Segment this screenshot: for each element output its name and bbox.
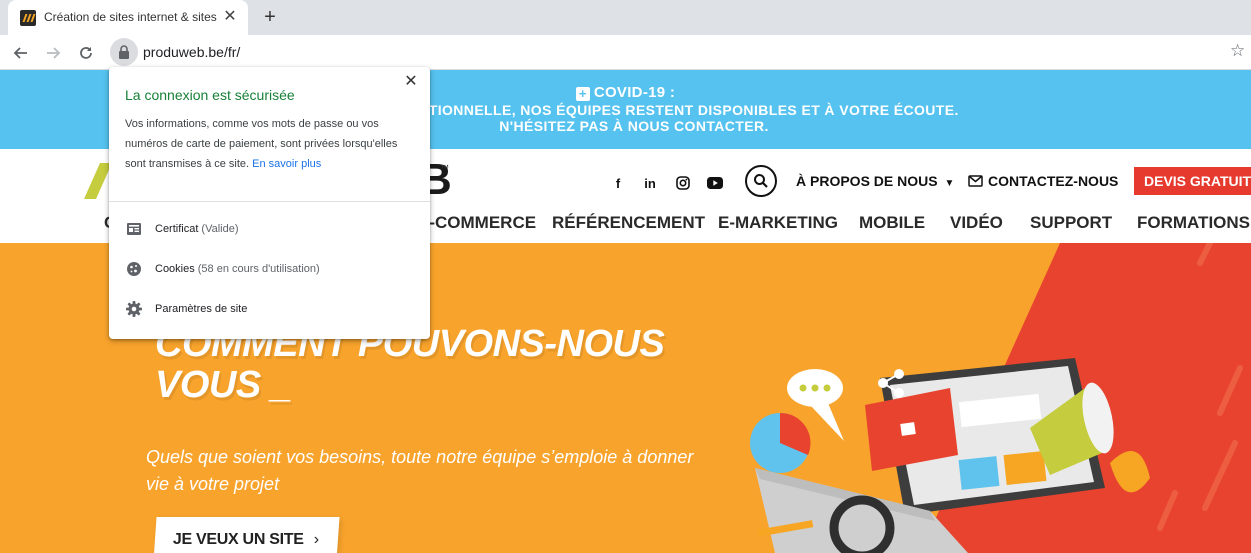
cta-button[interactable]: JE VEUX UN SITE ›: [153, 517, 340, 553]
address-bar[interactable]: produweb.be/fr/ ☆: [110, 38, 1251, 66]
site-favicon-icon: [20, 10, 36, 26]
nav-item-ecommerce[interactable]: E-COMMERCE: [418, 213, 536, 233]
forward-arrow-icon[interactable]: [39, 39, 67, 67]
chevron-right-icon: ›: [313, 531, 319, 548]
site-info-popup: ✕ La connexion est sécurisée Vos informa…: [109, 67, 430, 339]
popup-title: La connexion est sécurisée: [125, 87, 295, 103]
instagram-icon[interactable]: [673, 173, 693, 193]
popup-item-site-settings[interactable]: Paramètres de site: [125, 297, 415, 321]
bookmark-star-icon[interactable]: ☆: [1230, 41, 1245, 61]
cookie-icon: [127, 262, 141, 276]
about-menu-label: À PROPOS DE NOUS: [796, 173, 938, 189]
popup-divider: [109, 201, 430, 202]
nav-item-mobile[interactable]: MOBILE: [859, 213, 925, 233]
contact-link[interactable]: CONTACTEZ-NOUS: [968, 173, 1118, 189]
gear-icon: [126, 301, 142, 317]
free-quote-button[interactable]: DEVIS GRATUIT: [1134, 167, 1251, 195]
plus-square-icon: +: [575, 87, 590, 101]
browser-toolbar: produweb.be/fr/ ☆: [0, 35, 1251, 70]
popup-item-label: Certificat: [155, 223, 199, 235]
hero-subtitle-line-1: Quels que soient vos besoins, toute notr…: [146, 447, 694, 467]
popup-description: Vos informations, comme vos mots de pass…: [125, 118, 398, 170]
back-arrow-icon[interactable]: [7, 39, 35, 67]
nav-item-formations[interactable]: FORMATIONS: [1137, 213, 1250, 233]
youtube-icon[interactable]: [705, 173, 725, 193]
browser-tab[interactable]: Création de sites internet & sites ✕: [8, 0, 248, 35]
about-menu[interactable]: À PROPOS DE NOUS ▼: [796, 173, 954, 189]
search-button[interactable]: [745, 165, 777, 197]
popup-item-label: Paramètres de site: [155, 303, 248, 315]
tab-close-icon[interactable]: ✕: [220, 7, 240, 27]
nav-item-support[interactable]: SUPPORT: [1030, 213, 1112, 233]
popup-item-cookies[interactable]: Cookies (58 en cours d'utilisation): [125, 257, 415, 281]
nav-item-video[interactable]: VIDÉO: [950, 213, 1003, 233]
hero-subtitle-line-2: vie à votre projet: [146, 474, 280, 494]
nav-item-emarketing[interactable]: E-MARKETING: [718, 213, 838, 233]
logo-trademark: ™: [440, 163, 449, 173]
linkedin-icon[interactable]: in: [640, 173, 660, 193]
contact-label: CONTACTEZ-NOUS: [988, 173, 1119, 189]
lock-icon[interactable]: [110, 38, 138, 66]
caret-down-icon: ▼: [944, 178, 955, 189]
cta-label: JE VEUX UN SITE: [172, 531, 304, 548]
learn-more-link[interactable]: En savoir plus: [252, 158, 321, 170]
popup-item-sub: (58 en cours d'utilisation): [197, 263, 320, 275]
certificate-icon: [127, 223, 141, 235]
envelope-icon: [968, 175, 983, 187]
logo-mark-icon[interactable]: [83, 163, 113, 199]
new-tab-button[interactable]: +: [258, 6, 282, 30]
search-icon: [754, 174, 768, 188]
hero-title-line-2: VOUS _: [155, 364, 292, 406]
popup-item-sub: (Valide): [201, 223, 239, 235]
popup-close-icon[interactable]: ✕: [402, 73, 420, 91]
nav-item-referencement[interactable]: RÉFÉRENCEMENT: [552, 213, 705, 233]
facebook-icon[interactable]: f: [608, 173, 628, 193]
reload-icon[interactable]: [72, 39, 100, 67]
popup-item-label: Cookies: [155, 263, 195, 275]
url-text[interactable]: produweb.be/fr/: [143, 44, 240, 60]
tab-strip: Création de sites internet & sites ✕ +: [0, 0, 1251, 35]
tab-title: Création de sites internet & sites: [44, 10, 217, 24]
popup-item-certificate[interactable]: Certificat (Valide): [125, 217, 415, 241]
